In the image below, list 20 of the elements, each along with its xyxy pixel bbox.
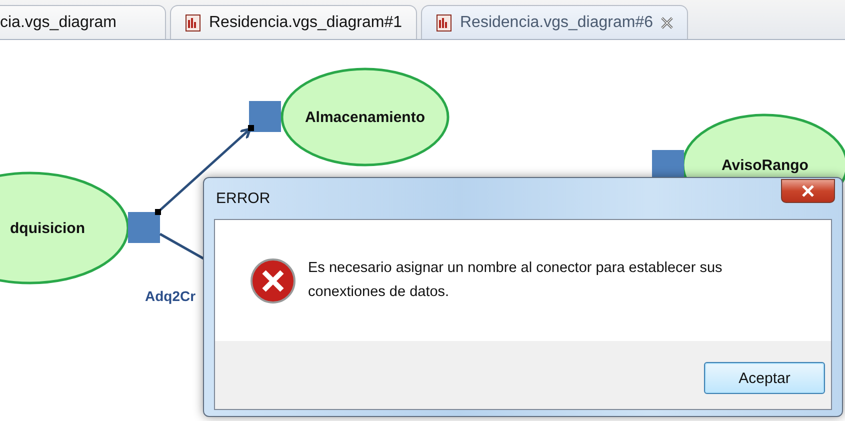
file-icon [185, 14, 201, 32]
port-square [249, 101, 281, 132]
port-square [128, 212, 160, 243]
error-icon [250, 258, 296, 304]
error-message: Es necesario asignar un nombre al conector para establecer sus conextiones de datos. [308, 259, 724, 302]
node-label: AvisoRango [722, 157, 808, 174]
dialog-title: ERROR [215, 190, 270, 207]
editor-tab[interactable]: Residencia.vgs_diagram#6 [421, 5, 688, 39]
accept-button[interactable]: Aceptar [704, 362, 825, 394]
node-label: dquisicion [10, 220, 85, 237]
node-label: Almacenamiento [304, 109, 426, 126]
selection-handle[interactable] [155, 209, 161, 215]
close-icon [801, 184, 815, 196]
close-button[interactable] [781, 178, 835, 202]
file-icon [436, 14, 452, 32]
editor-tab[interactable]: cia.vgs_diagram [0, 5, 166, 39]
close-icon[interactable] [661, 16, 673, 28]
connector-label: Adq2Cr [145, 288, 196, 304]
selection-handle[interactable] [248, 125, 254, 131]
editor-tab[interactable]: Residencia.vgs_diagram#1 [170, 5, 417, 39]
